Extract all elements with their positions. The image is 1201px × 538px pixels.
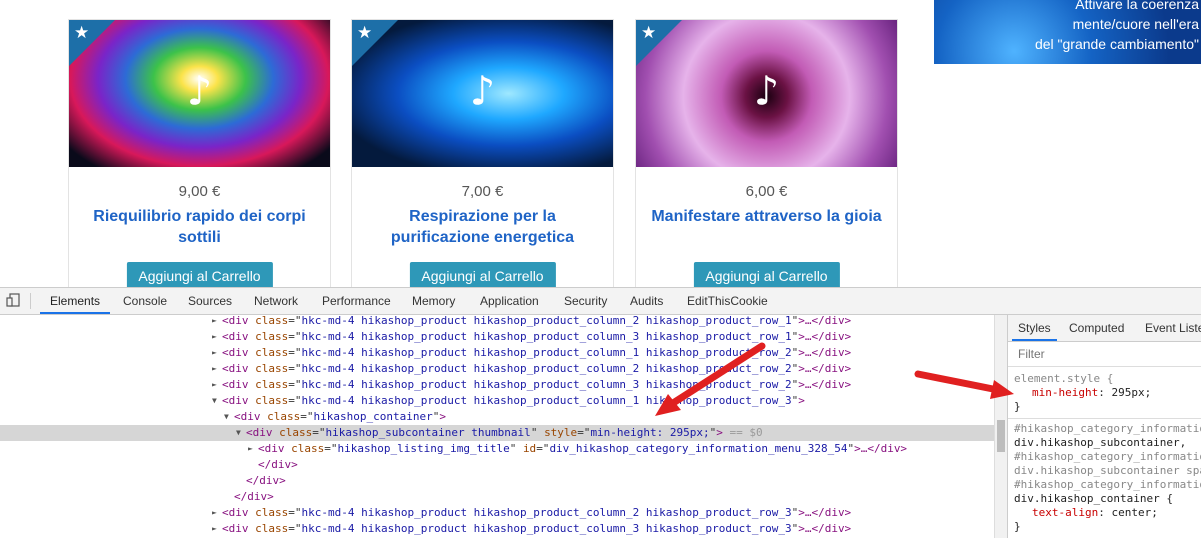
product-card[interactable]: ★ ♪ 6,00 € Manifestare attraverso la gio… — [635, 19, 898, 287]
styles-filter — [1008, 342, 1201, 367]
product-image[interactable]: ★ ♪ — [352, 20, 613, 167]
scrollbar-thumb[interactable] — [997, 420, 1005, 452]
css-property[interactable]: min-height — [1032, 386, 1098, 399]
product-title[interactable]: Manifestare attraverso la gioia — [646, 206, 887, 227]
music-note-icon: ♪ — [753, 68, 780, 115]
dom-node[interactable]: </div> — [0, 457, 994, 473]
expand-toggle-icon[interactable]: ▼ — [224, 409, 234, 425]
expand-toggle-icon[interactable]: ► — [212, 361, 222, 377]
dom-node[interactable]: ► <div class="hikashop_listing_img_title"… — [0, 441, 994, 457]
featured-star-icon: ★ — [357, 23, 373, 42]
tab-security[interactable]: Security — [562, 288, 609, 314]
featured-star-icon: ★ — [74, 23, 90, 42]
dom-node[interactable]: ► <div class="hkc-md-4 hikashop_product h… — [0, 521, 994, 537]
dom-tree[interactable]: ► <div class="hkc-md-4 hikashop_product h… — [0, 315, 994, 538]
dom-node[interactable]: ► <div class="hkc-md-4 hikashop_product h… — [0, 329, 994, 345]
dom-node[interactable]: ▼ <div class="hikashop_container"> — [0, 409, 994, 425]
product-image[interactable]: ★ ♪ — [69, 20, 330, 167]
element-style-rule[interactable]: element.style { min-height: 295px; } — [1014, 372, 1151, 414]
music-note-icon: ♪ — [186, 68, 213, 115]
tab-styles[interactable]: Styles — [1012, 315, 1057, 341]
dom-node-selected[interactable]: ▼ <div class="hikashop_subcontainer thumb… — [0, 425, 994, 441]
expand-toggle-icon[interactable]: ▼ — [212, 393, 222, 409]
tab-memory[interactable]: Memory — [410, 288, 457, 314]
banner-line: Attivare la coerenza — [1075, 0, 1199, 12]
device-toolbar-icon[interactable] — [6, 293, 20, 307]
tab-performance[interactable]: Performance — [320, 288, 393, 314]
expand-toggle-icon[interactable]: ► — [248, 441, 258, 457]
expand-toggle-icon[interactable]: ► — [212, 505, 222, 521]
expand-toggle-icon[interactable]: ► — [212, 315, 222, 329]
tab-computed[interactable]: Computed — [1069, 315, 1124, 341]
featured-star-icon: ★ — [641, 23, 657, 42]
tab-elements[interactable]: Elements — [40, 288, 111, 314]
tab-console[interactable]: Console — [121, 288, 169, 314]
add-to-cart-button[interactable]: Aggiungi al Carrello — [126, 262, 273, 287]
dom-node[interactable]: ► <div class="hkc-md-4 hikashop_product h… — [0, 505, 994, 521]
banner-line: mente/cuore nell'era — [1072, 16, 1199, 32]
rule-selector: element.style { — [1014, 372, 1114, 385]
css-value[interactable]: 295px; — [1111, 386, 1151, 399]
dom-node[interactable]: ▼ <div class="hkc-md-4 hikashop_product h… — [0, 393, 994, 409]
tab-event-listeners[interactable]: Event Listeners — [1145, 315, 1201, 341]
expand-toggle-icon[interactable]: ► — [212, 345, 222, 361]
product-card[interactable]: ★ ♪ 9,00 € Riequilibrio rapido dei corpi… — [68, 19, 331, 287]
expand-toggle-icon[interactable]: ▼ — [236, 425, 246, 441]
expand-toggle-icon[interactable]: ► — [212, 521, 222, 537]
dom-tree-scrollbar[interactable] — [994, 315, 1007, 538]
tab-editthiscookie[interactable]: EditThisCookie — [685, 288, 770, 314]
styles-pane: Styles Computed Event Listeners element.… — [1007, 315, 1201, 538]
product-title[interactable]: Respirazione per la purificazione energe… — [362, 206, 603, 248]
expand-toggle-icon[interactable]: ► — [212, 329, 222, 345]
add-to-cart-button[interactable]: Aggiungi al Carrello — [693, 262, 840, 287]
tab-network[interactable]: Network — [252, 288, 300, 314]
product-price: 7,00 € — [461, 183, 504, 200]
product-image[interactable]: ★ ♪ — [636, 20, 897, 167]
add-to-cart-button[interactable]: Aggiungi al Carrello — [409, 262, 556, 287]
product-price: 6,00 € — [745, 183, 788, 200]
dom-node[interactable]: ► <div class="hkc-md-4 hikashop_product h… — [0, 377, 994, 393]
styles-filter-input[interactable] — [1016, 346, 1190, 362]
tab-application[interactable]: Application — [478, 288, 541, 314]
expand-toggle-icon[interactable]: ► — [212, 377, 222, 393]
promo-banner[interactable]: Attivare la coerenza mente/cuore nell'er… — [934, 0, 1201, 64]
dom-node[interactable]: ► <div class="hkc-md-4 hikashop_product h… — [0, 361, 994, 377]
css-value[interactable]: center; — [1111, 506, 1157, 519]
product-listing: ★ ♪ 9,00 € Riequilibrio rapido dei corpi… — [0, 0, 1201, 287]
dom-node[interactable]: ► <div class="hkc-md-4 hikashop_product h… — [0, 315, 994, 329]
product-title[interactable]: Riequilibrio rapido dei corpi sottili — [79, 206, 320, 248]
banner-line: del "grande cambiamento" — [1034, 36, 1199, 52]
tab-sources[interactable]: Sources — [186, 288, 234, 314]
music-note-icon: ♪ — [469, 68, 496, 115]
dom-node[interactable]: </div> — [0, 473, 994, 489]
dom-node[interactable]: ► <div class="hkc-md-4 hikashop_product h… — [0, 345, 994, 361]
dom-node[interactable]: </div> — [0, 489, 994, 505]
devtools-panel: Elements Console Sources Network Perform… — [0, 287, 1201, 538]
devtools-tabbar: Elements Console Sources Network Perform… — [0, 288, 1201, 315]
product-price: 9,00 € — [178, 183, 221, 200]
css-property[interactable]: text-align — [1032, 506, 1098, 519]
css-rule[interactable]: #hikashop_category_information_ div.hika… — [1014, 422, 1201, 534]
product-card[interactable]: ★ ♪ 7,00 € Respirazione per la purificaz… — [351, 19, 614, 287]
tab-audits[interactable]: Audits — [628, 288, 665, 314]
